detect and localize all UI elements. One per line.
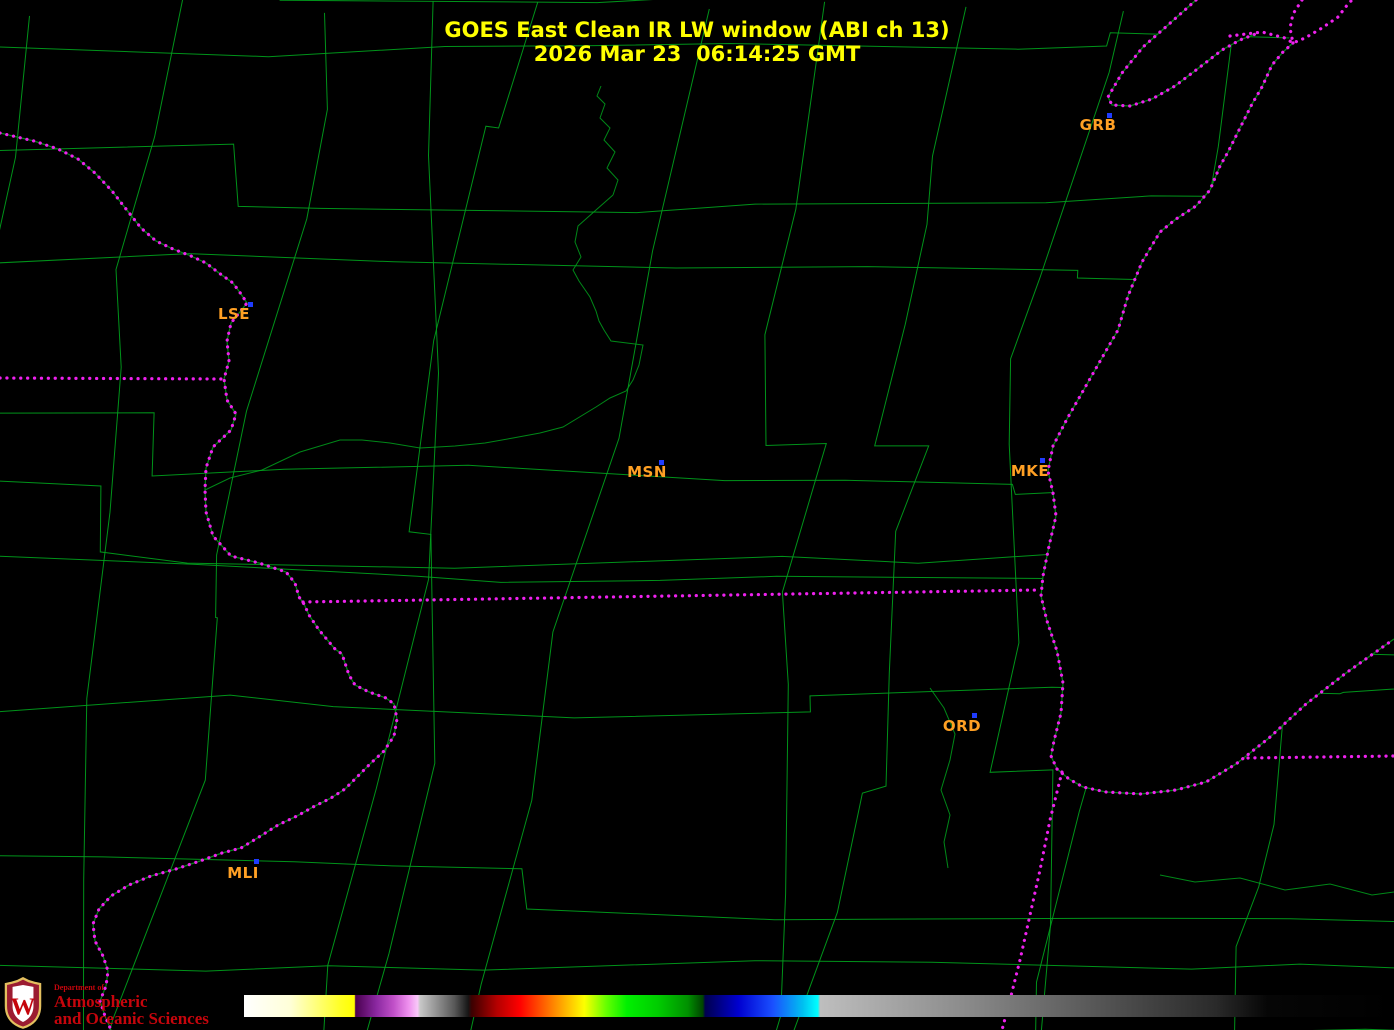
- station-label: ORD: [942, 717, 982, 735]
- logo-name-line-2: and Oceanic Sciences: [54, 1009, 209, 1028]
- stations-layer: GRB LSE MSN MKE ORD MLI: [0, 0, 1394, 1030]
- ir-temperature-colorbar: [244, 995, 1394, 1017]
- uw-crest-icon: W: [4, 977, 42, 1029]
- satellite-image-stage: GOES East Clean IR LW window (ABI ch 13)…: [0, 0, 1394, 1030]
- station-label: GRB: [1079, 116, 1117, 134]
- crest-monogram: W: [11, 993, 36, 1020]
- station-label: MKE: [1010, 462, 1050, 480]
- station-label: MSN: [627, 463, 667, 481]
- station-label: MLI: [227, 864, 259, 882]
- logo-dept-line: Department of: [54, 983, 104, 992]
- uw-aos-logo: W Department of Atmospheric and Oceanic …: [4, 977, 209, 1029]
- station-label: LSE: [217, 305, 251, 323]
- logo-name-line-1: Atmospheric: [54, 992, 148, 1011]
